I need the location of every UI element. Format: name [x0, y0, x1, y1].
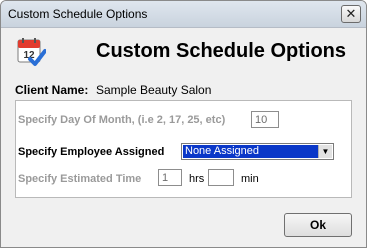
- employee-select[interactable]: None Assigned ▼: [181, 143, 334, 160]
- ok-button[interactable]: Ok: [284, 213, 352, 237]
- day-of-month-label: Specify Day Of Month, (i.e 2, 17, 25, et…: [18, 114, 226, 126]
- client-name-label: Client Name:: [15, 83, 89, 97]
- minutes-input[interactable]: [208, 169, 234, 186]
- hours-input[interactable]: 1: [158, 169, 182, 186]
- dialog-window: Custom Schedule Options ✕ 12 Custom Sche…: [0, 0, 367, 248]
- window-title: Custom Schedule Options: [8, 7, 148, 21]
- employee-selected-value: None Assigned: [183, 145, 318, 158]
- client-name-value: Sample Beauty Salon: [96, 83, 212, 97]
- employee-label: Specify Employee Assigned: [18, 146, 165, 158]
- dialog-heading: Custom Schedule Options: [96, 40, 347, 62]
- close-button[interactable]: ✕: [341, 5, 361, 23]
- minutes-unit-label: min: [241, 173, 259, 185]
- estimated-time-label: Specify Estimated Time: [18, 173, 142, 185]
- calendar-check-icon: 12: [17, 38, 46, 66]
- day-of-month-input[interactable]: 10: [251, 111, 279, 128]
- chevron-down-icon[interactable]: ▼: [318, 145, 332, 158]
- hours-unit-label: hrs: [189, 173, 205, 185]
- title-bar: Custom Schedule Options ✕: [1, 1, 366, 28]
